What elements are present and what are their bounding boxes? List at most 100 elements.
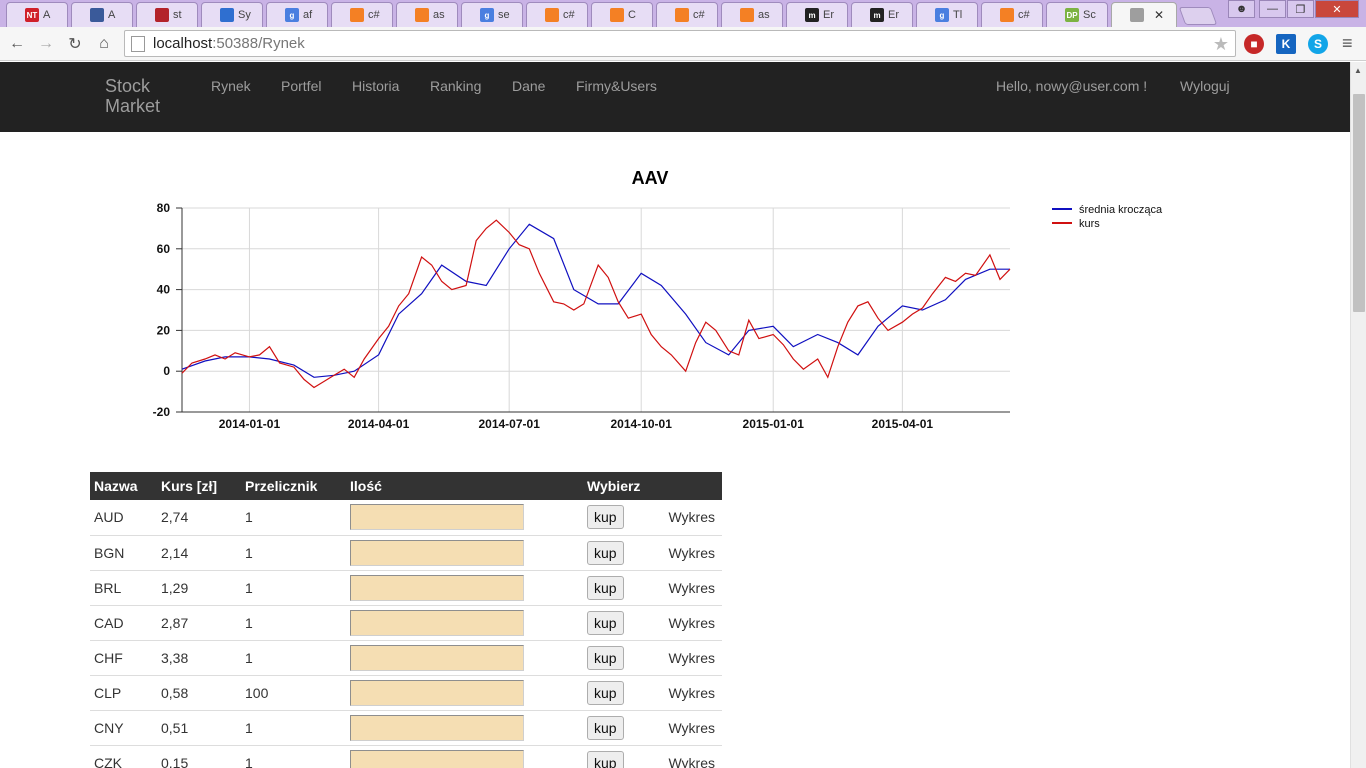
- chart-link[interactable]: Wykres: [653, 745, 722, 768]
- quantity-input[interactable]: [350, 609, 524, 636]
- browser-tab[interactable]: g se: [461, 2, 523, 27]
- currency-factor: 1: [241, 570, 346, 606]
- home-icon[interactable]: ⌂: [93, 33, 115, 55]
- nav-ranking[interactable]: Ranking: [430, 78, 481, 94]
- forward-icon[interactable]: →: [35, 33, 57, 55]
- browser-tab[interactable]: m Er: [851, 2, 913, 27]
- menu-icon[interactable]: ≡: [1342, 33, 1353, 54]
- buy-button[interactable]: kup: [587, 645, 624, 670]
- tab-title: Tl: [953, 9, 963, 21]
- hello-user-link[interactable]: Hello, nowy@user.com !: [996, 78, 1147, 94]
- header-empty: [653, 472, 722, 500]
- buy-button[interactable]: kup: [587, 750, 624, 768]
- chart-link[interactable]: Wykres: [653, 535, 722, 571]
- bookmark-star-icon[interactable]: ★: [1213, 34, 1229, 55]
- browser-tab[interactable]: m Er: [786, 2, 848, 27]
- currency-name: CHF: [90, 640, 157, 676]
- tab-favicon-icon: [740, 8, 754, 22]
- y-tick-label: 20: [157, 323, 171, 337]
- browser-tab[interactable]: st: [136, 2, 198, 27]
- tab-favicon-icon: [350, 8, 364, 22]
- currency-name: BGN: [90, 535, 157, 571]
- nav-portfel[interactable]: Portfel: [281, 78, 321, 94]
- address-bar[interactable]: localhost:50388/Rynek ★: [124, 30, 1236, 57]
- quantity-input[interactable]: [350, 679, 524, 706]
- brand-link[interactable]: Stock Market: [105, 76, 175, 116]
- series-line-1: [181, 219, 1011, 389]
- quantity-input[interactable]: [350, 644, 524, 671]
- chart-link[interactable]: Wykres: [653, 710, 722, 746]
- quantity-cell: [346, 640, 583, 676]
- currency-name: BRL: [90, 570, 157, 606]
- back-icon[interactable]: ←: [6, 33, 28, 55]
- quantity-input[interactable]: [350, 749, 524, 768]
- new-tab-button[interactable]: [1178, 7, 1218, 25]
- browser-tab[interactable]: DP Sc: [1046, 2, 1108, 27]
- tab-favicon-icon: [610, 8, 624, 22]
- minimize-icon[interactable]: —: [1259, 0, 1286, 18]
- quantity-cell: [346, 745, 583, 768]
- chart-link[interactable]: Wykres: [653, 570, 722, 606]
- tab-favicon-icon: g: [935, 8, 949, 22]
- adblock-extension-icon[interactable]: ■: [1244, 34, 1264, 54]
- buy-button[interactable]: kup: [587, 610, 624, 635]
- browser-tab[interactable]: as: [396, 2, 458, 27]
- quantity-input[interactable]: [350, 574, 524, 601]
- maximize-icon[interactable]: ❐: [1287, 0, 1314, 18]
- browser-tab[interactable]: as: [721, 2, 783, 27]
- currency-name: CLP: [90, 675, 157, 711]
- logout-link[interactable]: Wyloguj: [1180, 78, 1230, 94]
- buy-cell: kup: [583, 500, 653, 536]
- browser-tab[interactable]: c#: [331, 2, 393, 27]
- browser-tab[interactable]: c#: [526, 2, 588, 27]
- legend-label: kurs: [1079, 218, 1100, 230]
- skype-extension-icon[interactable]: S: [1308, 34, 1328, 54]
- browser-tab[interactable]: A: [71, 2, 133, 27]
- close-window-icon[interactable]: ✕: [1315, 0, 1359, 18]
- x-tick-label: 2014-04-01: [348, 417, 410, 431]
- browser-tab[interactable]: NT A: [6, 2, 68, 27]
- nav-historia[interactable]: Historia: [352, 78, 399, 94]
- browser-tab[interactable]: g af: [266, 2, 328, 27]
- buy-cell: kup: [583, 605, 653, 641]
- chart-link[interactable]: Wykres: [653, 500, 722, 536]
- tab-favicon-icon: [415, 8, 429, 22]
- buy-button[interactable]: kup: [587, 575, 624, 600]
- currency-rate: 0,15: [157, 745, 241, 768]
- buy-button[interactable]: kup: [587, 715, 624, 740]
- scrollbar-thumb[interactable]: [1353, 94, 1365, 312]
- nav-firmy-users[interactable]: Firmy&Users: [576, 78, 657, 94]
- quantity-input[interactable]: [350, 539, 524, 566]
- browser-tab[interactable]: ✕: [1111, 2, 1177, 27]
- legend-label: średnia krocząca: [1079, 204, 1163, 216]
- browser-tab[interactable]: Sy: [201, 2, 263, 27]
- nav-dane[interactable]: Dane: [512, 78, 545, 94]
- buy-button[interactable]: kup: [587, 680, 624, 705]
- quantity-cell: [346, 710, 583, 746]
- browser-tab[interactable]: c#: [981, 2, 1043, 27]
- currency-rate: 2,74: [157, 500, 241, 536]
- tab-close-icon[interactable]: ✕: [1154, 8, 1164, 22]
- nav-rynek[interactable]: Rynek: [211, 78, 251, 94]
- browser-tab[interactable]: c#: [656, 2, 718, 27]
- reload-icon[interactable]: ↻: [64, 33, 86, 55]
- k-extension-icon[interactable]: K: [1276, 34, 1296, 54]
- currency-factor: 100: [241, 675, 346, 711]
- browser-tab[interactable]: g Tl: [916, 2, 978, 27]
- page-scrollbar[interactable]: ▲: [1350, 62, 1366, 768]
- quantity-input[interactable]: [350, 714, 524, 741]
- scroll-up-icon[interactable]: ▲: [1354, 66, 1362, 75]
- series-line-0: [181, 223, 1010, 378]
- tab-favicon-icon: [1000, 8, 1014, 22]
- chart-link[interactable]: Wykres: [653, 605, 722, 641]
- chart-link[interactable]: Wykres: [653, 675, 722, 711]
- buy-button[interactable]: kup: [587, 540, 624, 565]
- tab-title: c#: [563, 9, 575, 21]
- chart-link[interactable]: Wykres: [653, 640, 722, 676]
- profile-icon[interactable]: ☻: [1228, 0, 1255, 18]
- quantity-input[interactable]: [350, 504, 524, 531]
- buy-button[interactable]: kup: [587, 505, 624, 530]
- header-przelicznik: Przelicznik: [241, 472, 346, 500]
- browser-tab[interactable]: C: [591, 2, 653, 27]
- quantity-cell: [346, 535, 583, 571]
